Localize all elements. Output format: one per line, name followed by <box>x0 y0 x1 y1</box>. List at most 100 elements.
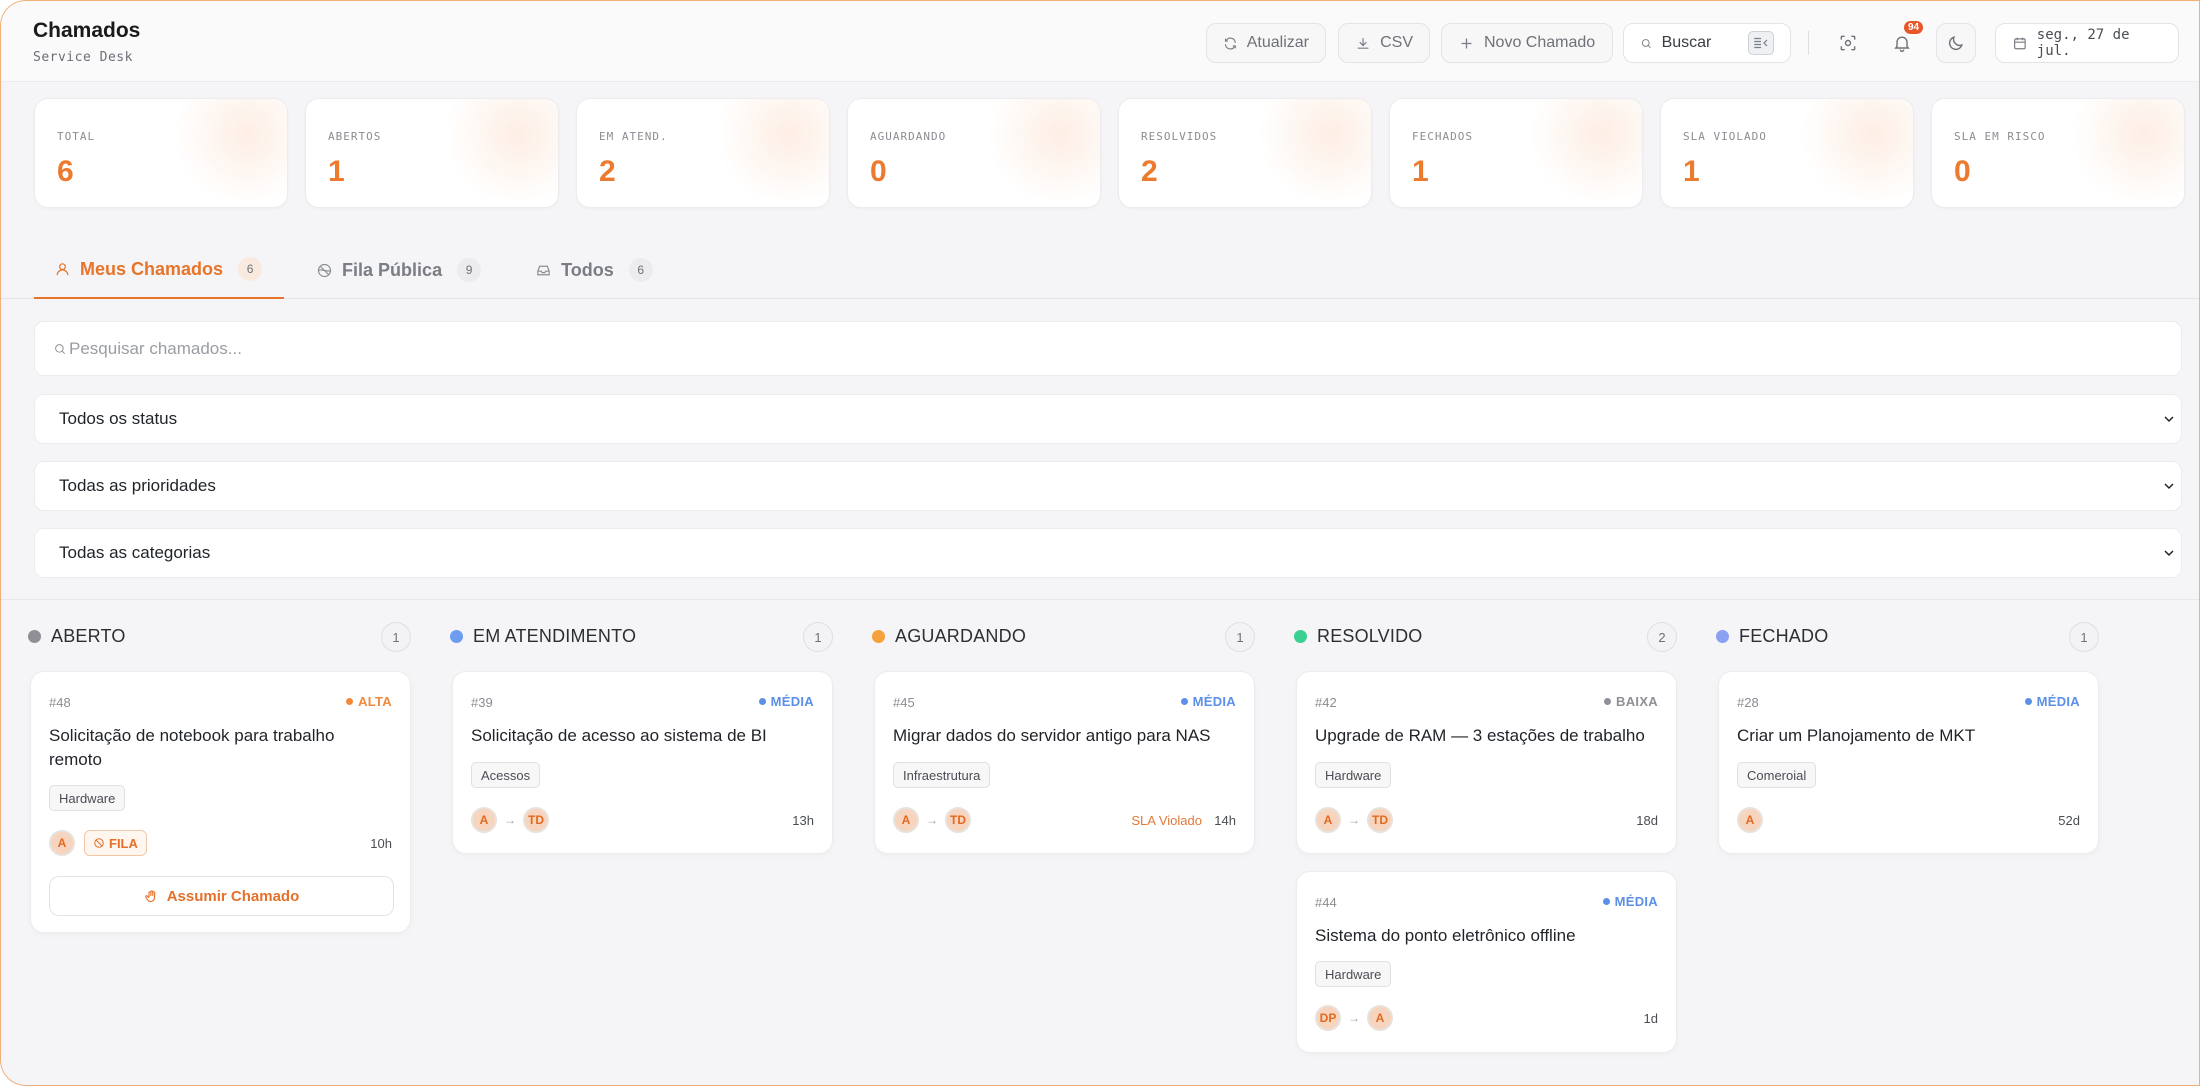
ticket-id: #44 <box>1315 895 1337 910</box>
status-dot <box>872 630 885 643</box>
priority-badge: MÉDIA <box>1602 894 1658 909</box>
csv-label: CSV <box>1380 34 1413 51</box>
priority-label: MÉDIA <box>2036 694 2080 709</box>
queue-badge: FILA <box>84 830 147 856</box>
date-picker-button[interactable]: seg., 27 de jul. <box>1995 23 2179 63</box>
category-tag: Hardware <box>1315 961 1392 987</box>
scan-button[interactable] <box>1828 23 1868 63</box>
ticket-card[interactable]: #45 MÉDIA Migrar dados do servidor antig… <box>874 671 1255 854</box>
new-ticket-label: Novo Chamado <box>1484 34 1596 51</box>
header-divider <box>1808 31 1809 55</box>
status-filter-value: Todos os status <box>59 409 178 428</box>
priority-filter-select[interactable]: Todas as prioridades <box>34 461 2182 511</box>
stat-card-sla-violated: SLA VIOLADO 1 <box>1660 98 1914 208</box>
column-header: EM ATENDIMENTO 1 <box>449 619 835 654</box>
priority-label: MÉDIA <box>770 694 814 709</box>
stat-label: TOTAL <box>57 130 96 143</box>
priority-filter-value: Todas as prioridades <box>59 476 216 495</box>
priority-dot <box>346 698 354 705</box>
priority-dot <box>758 698 766 705</box>
search-placeholder: Pesquisar chamados... <box>69 338 242 358</box>
user-icon <box>56 262 69 275</box>
ticket-age: 52d <box>2058 813 2080 828</box>
ticket-card[interactable]: #48 ALTA Solicitação de notebook para tr… <box>30 671 411 933</box>
filters-divider <box>1 599 2199 600</box>
title-block: Chamados Service Desk <box>33 19 140 65</box>
notifications-button[interactable]: 94 <box>1882 21 1924 63</box>
stat-label: EM ATEND. <box>599 130 668 143</box>
ticket-id: #28 <box>1737 695 1759 710</box>
stat-value: 0 <box>870 155 887 188</box>
page-title: Chamados <box>33 19 141 42</box>
stat-card-sla-at-risk: SLA EM RISCO 0 <box>1931 98 2185 208</box>
stat-label: RESOLVIDOS <box>1141 130 1218 143</box>
stat-value: 2 <box>599 155 616 188</box>
ticket-id: #45 <box>893 695 915 710</box>
column-aberto: ABERTO 1 #48 ALTA Solicitação de noteboo… <box>27 619 413 933</box>
arrow-icon: → <box>1348 813 1360 827</box>
category-tag: Infraestrutura <box>893 762 991 788</box>
notification-count-badge: 94 <box>1904 21 1924 34</box>
status-dot <box>1294 630 1307 643</box>
avatar: TD <box>523 807 549 833</box>
assume-ticket-button[interactable]: Assumir Chamado <box>49 876 394 916</box>
new-ticket-button[interactable]: Novo Chamado <box>1441 23 1613 63</box>
stat-value: 2 <box>1141 155 1158 188</box>
chevron-down-icon <box>2164 483 2174 490</box>
stat-card-closed: FECHADOS 1 <box>1389 98 1643 208</box>
stat-label: ABERTOS <box>328 130 382 143</box>
category-filter-select[interactable]: Todas as categorias <box>34 528 2182 578</box>
priority-dot <box>1602 898 1610 905</box>
priority-label: MÉDIA <box>1614 894 1658 909</box>
ticket-age: 10h <box>370 836 392 851</box>
download-icon <box>1357 37 1369 49</box>
calendar-icon <box>2014 37 2026 49</box>
tab-all[interactable]: Todos 6 <box>513 241 675 299</box>
ticket-card[interactable]: #39 MÉDIA Solicitação de acesso ao siste… <box>452 671 833 854</box>
category-tag: Comeroial <box>1737 762 1817 788</box>
command-shortcut-icon <box>1748 31 1774 55</box>
avatar: A <box>49 830 75 856</box>
ticket-card[interactable]: #44 MÉDIA Sistema do ponto eletrônico of… <box>1296 871 1677 1053</box>
moon-icon <box>1948 36 1963 51</box>
avatar: A <box>471 807 497 833</box>
theme-toggle-button[interactable] <box>1936 23 1976 63</box>
assignee-avatars: A → TD <box>471 807 549 833</box>
category-tag: Acessos <box>471 762 541 788</box>
status-filter-select[interactable]: Todos os status <box>34 394 2182 444</box>
ticket-age: 18d <box>1636 813 1658 828</box>
tab-count: 6 <box>238 257 263 281</box>
ticket-card[interactable]: #28 MÉDIA Criar um Planojamento de MKT C… <box>1718 671 2099 854</box>
column-count: 1 <box>803 622 833 652</box>
column-title: ABERTO <box>51 626 126 646</box>
arrow-icon: → <box>926 813 938 827</box>
column-header: FECHADO 1 <box>1715 619 2101 654</box>
ticket-search-input[interactable]: Pesquisar chamados... <box>34 321 2182 376</box>
tab-public-queue[interactable]: Fila Pública 9 <box>294 241 503 299</box>
stat-label: FECHADOS <box>1412 130 1473 143</box>
column-aguardando: AGUARDANDO 1 #45 MÉDIA Migrar dados do s… <box>871 619 1257 854</box>
column-header: ABERTO 1 <box>27 619 413 654</box>
stat-card-in-progress: EM ATEND. 2 <box>576 98 830 208</box>
csv-export-button[interactable]: CSV <box>1338 23 1430 63</box>
avatar: A <box>1367 1005 1393 1031</box>
stat-card-total: TOTAL 6 <box>34 98 288 208</box>
assignee-avatars: A <box>1737 807 1763 833</box>
stat-label: SLA EM RISCO <box>1954 130 2046 143</box>
ticket-title: Solicitação de acesso ao sistema de BI <box>471 726 767 745</box>
hand-icon <box>144 889 155 902</box>
refresh-button[interactable]: Atualizar <box>1206 23 1326 63</box>
ticket-title: Sistema do ponto eletrônico offline <box>1315 926 1576 945</box>
search-label: Buscar <box>1661 34 1712 51</box>
stat-card-open: ABERTOS 1 <box>305 98 559 208</box>
priority-dot <box>1180 698 1188 705</box>
arrow-icon: → <box>504 813 516 827</box>
priority-badge: BAIXA <box>1604 694 1658 709</box>
globe-icon <box>317 263 332 277</box>
bell-icon <box>1894 36 1910 52</box>
column-title: EM ATENDIMENTO <box>473 626 637 646</box>
app-window: Chamados Service Desk Atualizar CSV Novo… <box>0 0 2200 1086</box>
tab-my-tickets[interactable]: Meus Chamados 6 <box>34 241 285 299</box>
ticket-card[interactable]: #42 BAIXA Upgrade de RAM — 3 estações de… <box>1296 671 1677 854</box>
global-search-button[interactable]: Buscar <box>1623 23 1791 63</box>
